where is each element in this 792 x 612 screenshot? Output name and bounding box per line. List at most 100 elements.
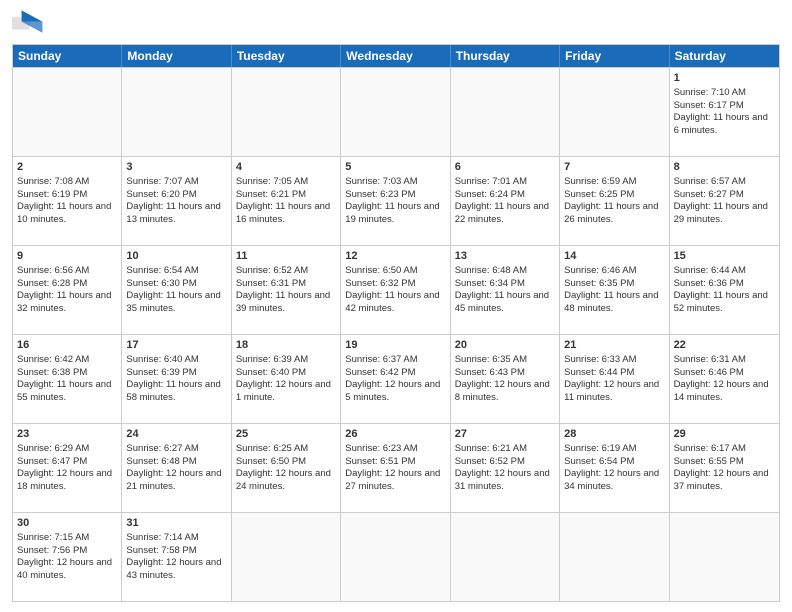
day-info: Sunrise: 6:54 AM Sunset: 6:30 PM Dayligh…: [126, 265, 220, 314]
calendar-cell: [13, 68, 122, 156]
day-info: Sunrise: 7:10 AM Sunset: 6:17 PM Dayligh…: [674, 87, 768, 136]
header-day-tuesday: Tuesday: [232, 45, 341, 67]
day-number: 31: [126, 516, 226, 531]
day-info: Sunrise: 6:57 AM Sunset: 6:27 PM Dayligh…: [674, 176, 768, 225]
day-info: Sunrise: 7:08 AM Sunset: 6:19 PM Dayligh…: [17, 176, 111, 225]
calendar-cell: 18Sunrise: 6:39 AM Sunset: 6:40 PM Dayli…: [232, 335, 341, 423]
day-number: 20: [455, 338, 555, 353]
day-info: Sunrise: 6:25 AM Sunset: 6:50 PM Dayligh…: [236, 443, 331, 492]
day-number: 13: [455, 249, 555, 264]
calendar-cell: 23Sunrise: 6:29 AM Sunset: 6:47 PM Dayli…: [13, 424, 122, 512]
calendar-cell: 5Sunrise: 7:03 AM Sunset: 6:23 PM Daylig…: [341, 157, 450, 245]
day-number: 4: [236, 160, 336, 175]
calendar-cell: [451, 68, 560, 156]
day-number: 26: [345, 427, 445, 442]
day-number: 24: [126, 427, 226, 442]
day-number: 22: [674, 338, 775, 353]
day-info: Sunrise: 6:52 AM Sunset: 6:31 PM Dayligh…: [236, 265, 330, 314]
logo: [12, 10, 48, 38]
header-day-saturday: Saturday: [670, 45, 779, 67]
calendar-cell: 12Sunrise: 6:50 AM Sunset: 6:32 PM Dayli…: [341, 246, 450, 334]
calendar-cell: 30Sunrise: 7:15 AM Sunset: 7:56 PM Dayli…: [13, 513, 122, 601]
calendar-cell: 17Sunrise: 6:40 AM Sunset: 6:39 PM Dayli…: [122, 335, 231, 423]
calendar-cell: [122, 68, 231, 156]
logo-icon: [12, 10, 44, 38]
day-info: Sunrise: 6:48 AM Sunset: 6:34 PM Dayligh…: [455, 265, 549, 314]
day-number: 15: [674, 249, 775, 264]
day-number: 16: [17, 338, 117, 353]
calendar-cell: [341, 68, 450, 156]
calendar-cell: 7Sunrise: 6:59 AM Sunset: 6:25 PM Daylig…: [560, 157, 669, 245]
header-day-monday: Monday: [122, 45, 231, 67]
calendar-row: 9Sunrise: 6:56 AM Sunset: 6:28 PM Daylig…: [13, 245, 779, 334]
calendar-cell: [451, 513, 560, 601]
calendar-row: 30Sunrise: 7:15 AM Sunset: 7:56 PM Dayli…: [13, 512, 779, 601]
calendar-body: 1Sunrise: 7:10 AM Sunset: 6:17 PM Daylig…: [13, 67, 779, 601]
calendar-row: 16Sunrise: 6:42 AM Sunset: 6:38 PM Dayli…: [13, 334, 779, 423]
calendar-cell: 29Sunrise: 6:17 AM Sunset: 6:55 PM Dayli…: [670, 424, 779, 512]
day-number: 6: [455, 160, 555, 175]
page-header: [12, 10, 780, 38]
day-info: Sunrise: 6:33 AM Sunset: 6:44 PM Dayligh…: [564, 354, 659, 403]
calendar-cell: 19Sunrise: 6:37 AM Sunset: 6:42 PM Dayli…: [341, 335, 450, 423]
day-info: Sunrise: 6:23 AM Sunset: 6:51 PM Dayligh…: [345, 443, 440, 492]
day-number: 25: [236, 427, 336, 442]
day-number: 10: [126, 249, 226, 264]
calendar-cell: 21Sunrise: 6:33 AM Sunset: 6:44 PM Dayli…: [560, 335, 669, 423]
calendar-cell: 22Sunrise: 6:31 AM Sunset: 6:46 PM Dayli…: [670, 335, 779, 423]
day-info: Sunrise: 6:37 AM Sunset: 6:42 PM Dayligh…: [345, 354, 440, 403]
calendar-cell: 10Sunrise: 6:54 AM Sunset: 6:30 PM Dayli…: [122, 246, 231, 334]
day-info: Sunrise: 6:56 AM Sunset: 6:28 PM Dayligh…: [17, 265, 111, 314]
day-number: 3: [126, 160, 226, 175]
day-number: 14: [564, 249, 664, 264]
calendar-cell: 14Sunrise: 6:46 AM Sunset: 6:35 PM Dayli…: [560, 246, 669, 334]
day-number: 5: [345, 160, 445, 175]
day-info: Sunrise: 6:27 AM Sunset: 6:48 PM Dayligh…: [126, 443, 221, 492]
day-number: 12: [345, 249, 445, 264]
day-number: 30: [17, 516, 117, 531]
calendar-cell: 24Sunrise: 6:27 AM Sunset: 6:48 PM Dayli…: [122, 424, 231, 512]
calendar-row: 1Sunrise: 7:10 AM Sunset: 6:17 PM Daylig…: [13, 67, 779, 156]
calendar-cell: 20Sunrise: 6:35 AM Sunset: 6:43 PM Dayli…: [451, 335, 560, 423]
calendar-cell: 26Sunrise: 6:23 AM Sunset: 6:51 PM Dayli…: [341, 424, 450, 512]
header-day-sunday: Sunday: [13, 45, 122, 67]
day-info: Sunrise: 6:44 AM Sunset: 6:36 PM Dayligh…: [674, 265, 768, 314]
day-info: Sunrise: 7:14 AM Sunset: 7:58 PM Dayligh…: [126, 532, 221, 581]
calendar-cell: 4Sunrise: 7:05 AM Sunset: 6:21 PM Daylig…: [232, 157, 341, 245]
calendar-cell: [670, 513, 779, 601]
calendar-cell: 16Sunrise: 6:42 AM Sunset: 6:38 PM Dayli…: [13, 335, 122, 423]
calendar-cell: [341, 513, 450, 601]
day-number: 17: [126, 338, 226, 353]
day-info: Sunrise: 7:05 AM Sunset: 6:21 PM Dayligh…: [236, 176, 330, 225]
calendar-cell: [560, 68, 669, 156]
calendar-cell: [232, 513, 341, 601]
day-number: 27: [455, 427, 555, 442]
day-info: Sunrise: 6:40 AM Sunset: 6:39 PM Dayligh…: [126, 354, 220, 403]
day-info: Sunrise: 6:19 AM Sunset: 6:54 PM Dayligh…: [564, 443, 659, 492]
day-number: 8: [674, 160, 775, 175]
calendar-cell: 6Sunrise: 7:01 AM Sunset: 6:24 PM Daylig…: [451, 157, 560, 245]
day-info: Sunrise: 6:46 AM Sunset: 6:35 PM Dayligh…: [564, 265, 658, 314]
calendar-cell: 8Sunrise: 6:57 AM Sunset: 6:27 PM Daylig…: [670, 157, 779, 245]
calendar-cell: 15Sunrise: 6:44 AM Sunset: 6:36 PM Dayli…: [670, 246, 779, 334]
day-number: 23: [17, 427, 117, 442]
day-number: 11: [236, 249, 336, 264]
calendar-cell: 3Sunrise: 7:07 AM Sunset: 6:20 PM Daylig…: [122, 157, 231, 245]
calendar-header: SundayMondayTuesdayWednesdayThursdayFrid…: [13, 45, 779, 67]
day-number: 2: [17, 160, 117, 175]
calendar-cell: 28Sunrise: 6:19 AM Sunset: 6:54 PM Dayli…: [560, 424, 669, 512]
calendar-cell: 31Sunrise: 7:14 AM Sunset: 7:58 PM Dayli…: [122, 513, 231, 601]
day-info: Sunrise: 6:17 AM Sunset: 6:55 PM Dayligh…: [674, 443, 769, 492]
day-info: Sunrise: 7:03 AM Sunset: 6:23 PM Dayligh…: [345, 176, 439, 225]
calendar-cell: 25Sunrise: 6:25 AM Sunset: 6:50 PM Dayli…: [232, 424, 341, 512]
day-number: 1: [674, 71, 775, 86]
day-number: 29: [674, 427, 775, 442]
calendar-row: 2Sunrise: 7:08 AM Sunset: 6:19 PM Daylig…: [13, 156, 779, 245]
calendar-cell: 11Sunrise: 6:52 AM Sunset: 6:31 PM Dayli…: [232, 246, 341, 334]
day-info: Sunrise: 6:42 AM Sunset: 6:38 PM Dayligh…: [17, 354, 111, 403]
header-day-thursday: Thursday: [451, 45, 560, 67]
day-info: Sunrise: 6:35 AM Sunset: 6:43 PM Dayligh…: [455, 354, 550, 403]
day-info: Sunrise: 6:21 AM Sunset: 6:52 PM Dayligh…: [455, 443, 550, 492]
calendar-cell: [232, 68, 341, 156]
calendar-cell: 27Sunrise: 6:21 AM Sunset: 6:52 PM Dayli…: [451, 424, 560, 512]
